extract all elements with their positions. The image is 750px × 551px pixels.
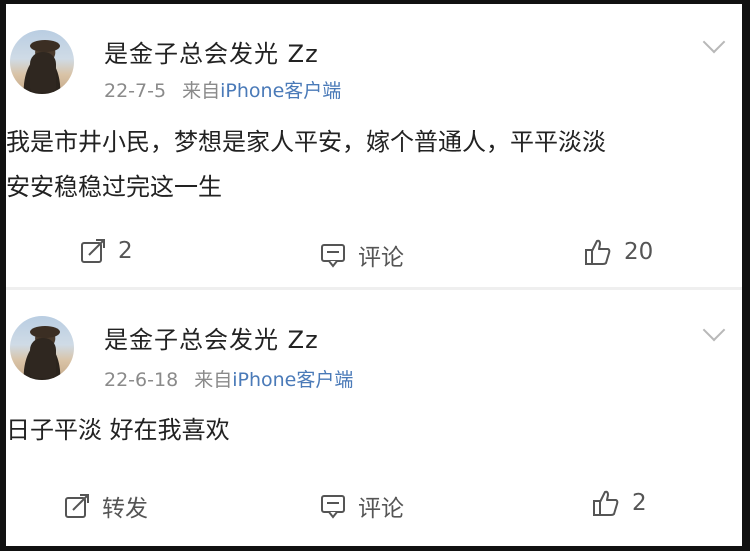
username[interactable]: 是金子总会发光 Zz — [104, 320, 319, 355]
repost-button[interactable]: 转发 — [64, 489, 148, 523]
post-meta: 22-7-5 来自iPhone客户端 — [104, 76, 341, 103]
like-count: 20 — [624, 239, 654, 265]
share-edit-icon — [65, 494, 89, 518]
comment-bubble-icon — [321, 495, 345, 519]
like-count: 2 — [632, 490, 647, 516]
comment-label: 评论 — [358, 496, 404, 522]
chevron-down-icon[interactable] — [702, 318, 726, 342]
comment-button[interactable]: 评论 — [320, 489, 404, 523]
like-button[interactable]: 20 — [584, 238, 653, 266]
comment-bubble-icon — [321, 244, 345, 268]
like-button[interactable]: 2 — [592, 489, 647, 517]
chevron-down-icon[interactable] — [702, 30, 726, 54]
post-text: 我是市井小民，梦想是家人平安，嫁个普通人，平平淡淡 安安稳稳过完这一生 — [6, 120, 736, 210]
avatar[interactable] — [10, 316, 74, 380]
post-card: 是金子总会发光 Zz 22-7-5 来自iPhone客户端 我是市井小民，梦想是… — [6, 4, 742, 287]
post-date: 22-7-5 — [104, 80, 167, 102]
repost-count: 2 — [118, 238, 133, 264]
comment-button[interactable]: 评论 — [320, 238, 404, 272]
source-prefix: 来自 — [194, 369, 233, 391]
thumbs-up-icon — [593, 490, 619, 516]
post-text: 日子平淡 好在我喜欢 — [6, 408, 736, 453]
share-edit-icon — [81, 239, 105, 263]
source-link[interactable]: iPhone客户端 — [232, 369, 353, 391]
repost-button[interactable]: 2 — [80, 238, 133, 264]
source-link[interactable]: iPhone客户端 — [220, 80, 341, 102]
post-date: 22-6-18 — [104, 369, 179, 391]
source-prefix: 来自 — [182, 80, 221, 102]
feed-screen: 是金子总会发光 Zz 22-7-5 来自iPhone客户端 我是市井小民，梦想是… — [6, 4, 742, 546]
username[interactable]: 是金子总会发光 Zz — [104, 34, 319, 69]
avatar[interactable] — [10, 30, 74, 94]
comment-label: 评论 — [358, 245, 404, 271]
post-card: 是金子总会发光 Zz 22-6-18 来自iPhone客户端 日子平淡 好在我喜… — [6, 290, 742, 546]
post-meta: 22-6-18 来自iPhone客户端 — [104, 365, 353, 392]
post-text-line: 安安稳稳过完这一生 — [6, 173, 222, 201]
thumbs-up-icon — [585, 239, 611, 265]
post-text-line: 日子平淡 好在我喜欢 — [6, 416, 230, 444]
post-text-line: 我是市井小民，梦想是家人平安，嫁个普通人，平平淡淡 — [6, 128, 606, 156]
repost-label: 转发 — [102, 496, 148, 522]
